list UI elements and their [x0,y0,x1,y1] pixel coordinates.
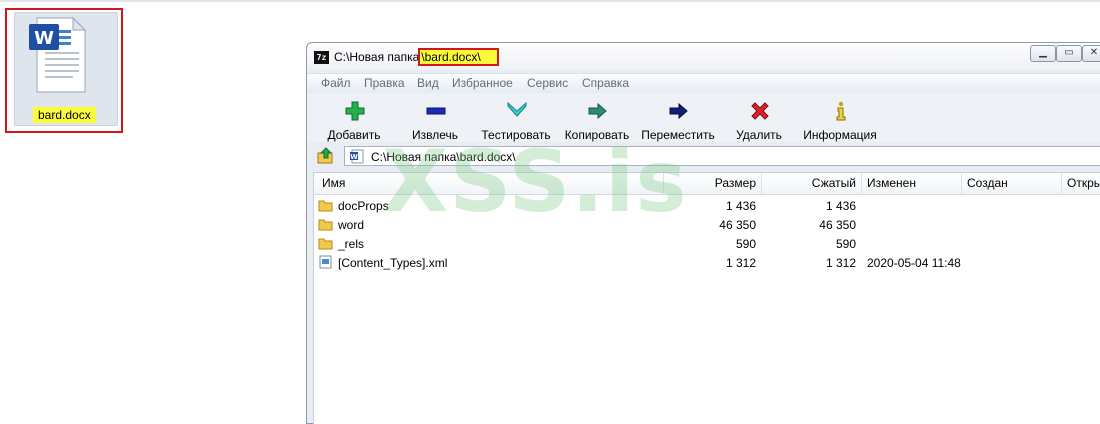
xml-file-icon [319,255,332,269]
menu-favorites[interactable]: Избранное [452,76,513,90]
desktop-top-border [0,0,1100,2]
toolbar: Добавить Извлечь Тестировать Копировать … [307,93,1100,142]
copy-label: Копировать [564,128,630,142]
row-size: 590 [735,237,756,251]
table-row[interactable]: docProps 1 436 1 436 [314,196,1100,215]
info-icon [836,101,846,121]
svg-text:W: W [34,28,54,49]
maximize-button[interactable]: ▭ [1056,45,1082,62]
table-row[interactable]: _rels 590 590 [314,234,1100,253]
menu-help[interactable]: Справка [582,76,629,90]
minimize-icon: ▁ [1039,47,1047,58]
test-button[interactable]: Тестировать [471,97,561,142]
window-title-highlight: \bard.docx\ [418,48,499,66]
info-button[interactable]: Информация [795,97,885,142]
row-name: _rels [338,237,365,251]
close-button[interactable]: ✕ [1082,45,1100,62]
word-document-icon: W [29,16,87,93]
test-label: Тестировать [481,128,551,142]
move-arrow-icon [669,102,688,120]
delete-icon [751,102,769,120]
desktop-file-highlight[interactable]: W bard.docx [5,8,123,133]
row-name: docProps [338,199,389,213]
row-packed: 46 350 [819,218,856,232]
svg-text:W: W [350,153,358,161]
word-file-small-icon: W [350,149,364,164]
up-folder-icon[interactable] [317,147,335,165]
check-icon [507,101,527,117]
row-packed: 590 [835,237,856,251]
row-modified: 2020-05-04 11:48 [867,256,961,270]
extract-button[interactable]: Извлечь [390,97,480,142]
menu-view[interactable]: Вид [417,76,439,90]
row-packed: 1 312 [825,256,856,270]
menu-edit[interactable]: Правка [364,76,405,90]
close-icon: ✕ [1089,47,1099,58]
archive-window: 7z C:\Новая папка \bard.docx\ ▁ ▭ ✕ Файл … [306,42,1100,424]
menu-bar: Файл Правка Вид Избранное Сервис Справка [307,73,1100,94]
folder-icon [318,238,333,250]
column-size[interactable]: Размер [664,176,756,190]
add-label: Добавить [327,128,381,142]
delete-button[interactable]: Удалить [714,97,804,142]
list-header: Имя Размер Сжатый Изменен Создан Откры [314,173,1100,195]
row-packed: 1 436 [825,199,856,213]
menu-file[interactable]: Файл [321,76,351,90]
column-separator[interactable] [961,173,962,194]
7zip-app-icon: 7z [314,51,329,64]
column-accessed[interactable]: Откры [1067,176,1100,190]
move-label: Переместить [641,128,715,142]
minimize-button[interactable]: ▁ [1030,45,1056,62]
minus-icon [426,107,446,115]
address-bar: W C:\Новая папка\bard.docx\ [307,143,1100,169]
table-row[interactable]: [Content_Types].xml 1 312 1 312 2020-05-… [314,253,1100,272]
copy-button[interactable]: Копировать [552,97,642,142]
table-row[interactable]: word 46 350 46 350 [314,215,1100,234]
extract-label: Извлечь [411,128,458,142]
column-modified[interactable]: Изменен [867,176,916,190]
row-name: [Content_Types].xml [338,256,448,270]
desktop-file-label[interactable]: bard.docx [33,107,96,123]
maximize-icon: ▭ [1064,47,1074,58]
plus-icon [345,101,365,121]
folder-icon [318,219,333,231]
address-path: C:\Новая папка\bard.docx\ [371,150,516,164]
row-name: word [338,218,365,232]
row-size: 1 312 [725,256,756,270]
file-list: Имя Размер Сжатый Изменен Создан Откры d… [313,172,1100,424]
column-separator[interactable] [1061,173,1062,194]
address-field[interactable]: W C:\Новая папка\bard.docx\ [344,146,1100,166]
window-title: C:\Новая папка \bard.docx\ [334,48,499,66]
menu-tools[interactable]: Сервис [527,76,568,90]
column-created[interactable]: Создан [967,176,1008,190]
folder-icon [318,200,333,212]
row-size: 46 350 [719,218,756,232]
copy-arrow-icon [588,102,607,120]
column-packed[interactable]: Сжатый [762,176,856,190]
window-title-prefix: C:\Новая папка [334,50,420,64]
move-button[interactable]: Переместить [633,97,723,142]
delete-label: Удалить [736,128,782,142]
row-size: 1 436 [725,199,756,213]
window-titlebar[interactable]: 7z C:\Новая папка \bard.docx\ ▁ ▭ ✕ [307,43,1100,70]
info-label: Информация [803,128,877,142]
column-separator[interactable] [861,173,862,194]
add-button[interactable]: Добавить [309,97,399,142]
column-name[interactable]: Имя [322,176,345,190]
